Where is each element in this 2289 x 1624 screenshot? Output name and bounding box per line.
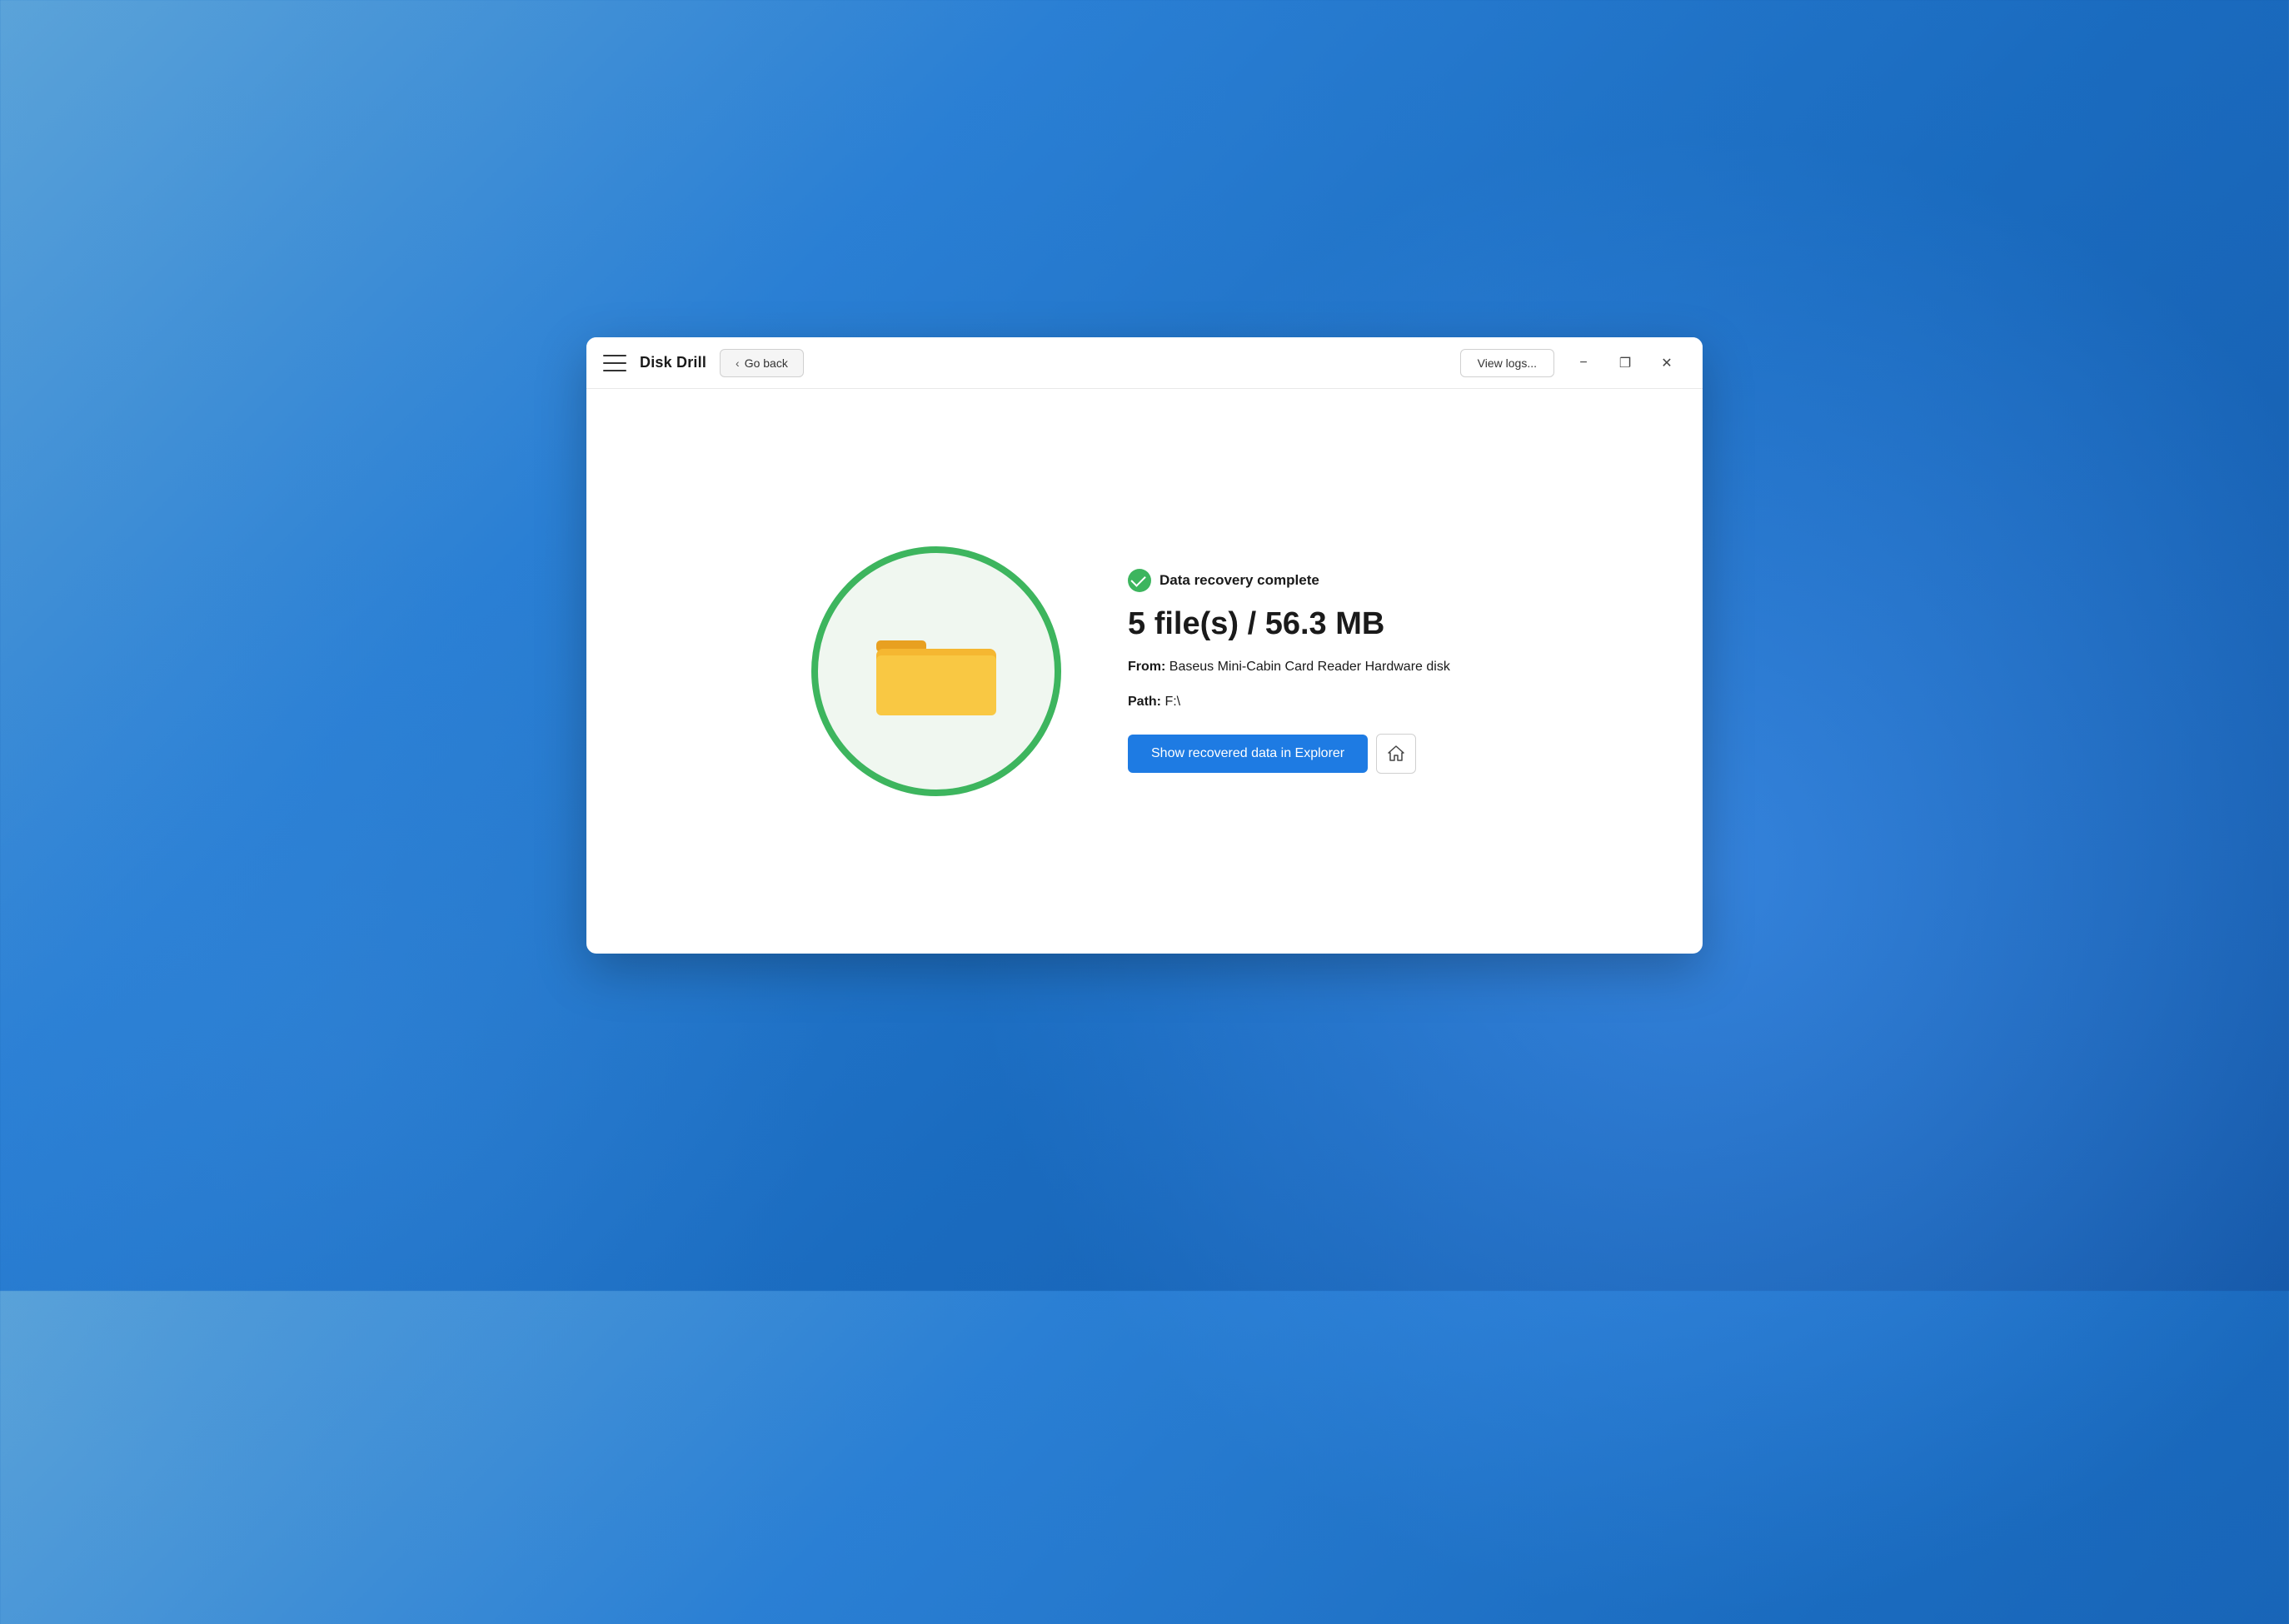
from-label: From: (1128, 660, 1165, 674)
restore-button[interactable]: ❐ (1606, 348, 1644, 378)
device-name-text: Baseus Mini-Cabin Card Reader (1169, 660, 1361, 674)
app-title: Disk Drill (640, 354, 706, 371)
go-back-label: Go back (745, 356, 788, 370)
path-value-text: F:\ (1164, 695, 1180, 709)
info-panel: Data recovery complete 5 file(s) / 56.3 … (1128, 569, 1478, 774)
check-circle-icon (1128, 569, 1151, 592)
path-info-row: Path: F:\ (1128, 692, 1478, 712)
chevron-left-icon: ‹ (736, 356, 740, 370)
from-info-row: From: Baseus Mini-Cabin Card Reader Hard… (1128, 657, 1478, 677)
folder-icon-wrapper (870, 617, 1003, 725)
titlebar-left: Disk Drill ‹ Go back (603, 349, 1460, 377)
show-recovered-data-button[interactable]: Show recovered data in Explorer (1128, 735, 1368, 773)
status-line: Data recovery complete (1128, 569, 1478, 592)
device-type-text: Hardware disk (1365, 660, 1450, 674)
window-controls: − ❐ ✕ (1564, 348, 1686, 378)
path-label: Path: (1128, 695, 1161, 709)
view-logs-button[interactable]: View logs... (1460, 349, 1554, 377)
home-button[interactable] (1376, 734, 1416, 774)
titlebar-right: View logs... − ❐ ✕ (1460, 348, 1686, 378)
app-window: Disk Drill ‹ Go back View logs... − ❐ ✕ (586, 337, 1703, 954)
recovery-stats: 5 file(s) / 56.3 MB (1128, 607, 1478, 642)
titlebar: Disk Drill ‹ Go back View logs... − ❐ ✕ (586, 337, 1703, 389)
menu-icon[interactable] (603, 355, 626, 371)
go-back-button[interactable]: ‹ Go back (720, 349, 804, 377)
action-buttons: Show recovered data in Explorer (1128, 734, 1478, 774)
status-text: Data recovery complete (1159, 572, 1319, 589)
folder-icon (870, 617, 1003, 725)
close-button[interactable]: ✕ (1648, 348, 1686, 378)
folder-circle (811, 546, 1061, 796)
main-content: Data recovery complete 5 file(s) / 56.3 … (586, 389, 1703, 954)
minimize-button[interactable]: − (1564, 348, 1603, 378)
home-icon (1387, 745, 1405, 763)
content-inner: Data recovery complete 5 file(s) / 56.3 … (811, 546, 1478, 796)
